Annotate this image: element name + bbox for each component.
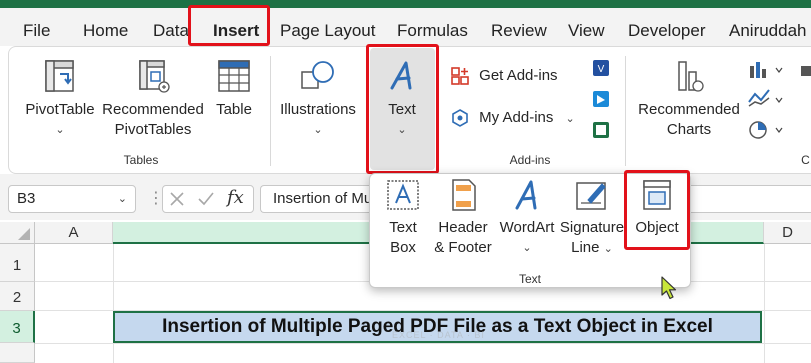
chevron-down-icon: ⌄ (603, 243, 613, 255)
text-box-label-2: Box (390, 239, 416, 256)
recommended-pivottables-label-2: PivotTables (114, 121, 192, 138)
pivottable-button[interactable]: PivotTable ⌄ (22, 58, 98, 140)
signature-line-label-1: Signature (559, 219, 625, 236)
wordart-button[interactable]: WordArt ⌄ (496, 178, 558, 258)
signature-line-label-2: Line (571, 239, 600, 256)
ribbon-separator (625, 56, 626, 166)
charts-group-label: C (801, 153, 810, 167)
select-all-corner[interactable] (0, 222, 35, 244)
header-footer-label-2: & Footer (434, 239, 492, 256)
formula-buttons: fx (162, 185, 254, 213)
recommended-charts-label-2: Charts (666, 121, 712, 138)
my-addins-label: My Add-ins (479, 109, 554, 126)
my-addins-icon (452, 109, 468, 127)
tab-view[interactable]: View (568, 16, 605, 48)
column-header-d[interactable]: D (764, 222, 811, 244)
header-footer-icon (452, 179, 476, 211)
insert-tab-highlight (188, 5, 270, 46)
tab-page-layout[interactable]: Page Layout (280, 16, 375, 48)
my-addins-button[interactable]: My Add-ins ⌄ (450, 108, 585, 129)
chevron-down-icon[interactable]: ⌄ (118, 186, 127, 212)
column-header-a[interactable]: A (35, 222, 113, 244)
table-label: Table (216, 101, 252, 118)
chevron-down-icon: ⌄ (565, 113, 575, 125)
cancel-x-icon[interactable] (169, 191, 185, 207)
name-box-value: B3 (17, 190, 36, 207)
watermark-text: EXCEL · DATA · BI (392, 330, 485, 340)
chevron-down-icon: ⌄ (522, 242, 532, 254)
tab-developer[interactable]: Developer (628, 16, 706, 48)
row-header-3[interactable]: 3 (0, 311, 35, 343)
table-icon (218, 60, 250, 92)
text-box-button[interactable]: Text Box (378, 178, 428, 258)
title-bar-strip (0, 0, 811, 8)
text-box-icon (387, 180, 419, 210)
chevron-down-icon: ⌄ (313, 124, 323, 136)
row-header-2[interactable]: 2 (0, 282, 35, 311)
recommended-pivottables-button[interactable]: Recommended PivotTables (101, 58, 205, 140)
row-header-1[interactable]: 1 (0, 244, 35, 282)
pivottable-icon (45, 60, 74, 92)
ribbon-tab-bar: File Home Data Insert Page Layout Formul… (0, 8, 811, 49)
formula-bar-grip-icon[interactable]: ⋮ (148, 188, 164, 210)
header-footer-button[interactable]: Header & Footer (432, 178, 494, 258)
addins-group-label: Add-ins (509, 153, 551, 167)
wordart-label: WordArt (499, 219, 555, 236)
ribbon-separator (270, 56, 271, 166)
enter-check-icon[interactable] (197, 191, 215, 207)
wordart-icon (515, 180, 537, 210)
chart-type-icons (748, 62, 811, 139)
signature-line-label-2-wrap: Line ⌄ (559, 238, 625, 259)
insert-function-fx-icon[interactable]: fx (227, 187, 244, 208)
get-addins-icon (451, 67, 469, 85)
recommended-charts-button[interactable]: Recommended Charts (634, 58, 744, 140)
svg-text:V: V (598, 64, 605, 75)
row-header-4[interactable] (0, 343, 35, 363)
tab-home[interactable]: Home (83, 16, 128, 48)
pivottable-label: PivotTable (25, 101, 95, 118)
chevron-down-icon: ⌄ (55, 124, 65, 136)
recommended-pivottables-icon (139, 60, 170, 93)
text-button-highlight (366, 44, 439, 174)
tab-aniruddah[interactable]: Aniruddah (729, 16, 807, 48)
table-button[interactable]: Table (210, 58, 258, 120)
illustrations-button[interactable]: Illustrations ⌄ (276, 58, 360, 140)
object-button-highlight (624, 170, 690, 250)
gridline (764, 244, 765, 363)
tables-group-label: Tables (123, 153, 159, 167)
text-box-label-1: Text (389, 219, 417, 236)
tab-file[interactable]: File (23, 16, 50, 48)
illustrations-label: Illustrations (280, 101, 356, 118)
name-box[interactable]: B3 ⌄ (8, 185, 136, 213)
recommended-pivottables-label-1: Recommended (102, 101, 204, 118)
signature-line-button[interactable]: Signature Line ⌄ (559, 178, 625, 259)
signature-line-icon (576, 182, 606, 210)
get-addins-label: Get Add-ins (479, 67, 558, 84)
tab-data[interactable]: Data (153, 16, 189, 48)
recommended-charts-icon (678, 61, 704, 92)
tab-review[interactable]: Review (491, 16, 547, 48)
select-all-triangle-icon (18, 228, 30, 240)
mouse-cursor-icon (661, 276, 677, 300)
gridline (35, 343, 811, 344)
recommended-charts-label-1: Recommended (638, 101, 740, 118)
illustrations-icon (301, 61, 334, 89)
header-footer-label-1: Header (438, 219, 488, 236)
addin-app-icons: V (593, 60, 609, 138)
get-addins-button[interactable]: Get Add-ins (450, 66, 565, 86)
gridline (113, 244, 114, 363)
text-group-label: Text (518, 272, 541, 286)
